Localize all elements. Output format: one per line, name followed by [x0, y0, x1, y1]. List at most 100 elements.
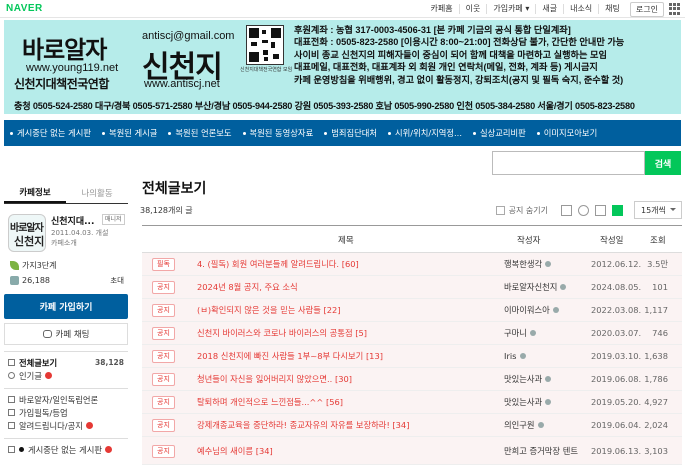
sidebar-item-notice[interactable]: 알려드립니다/공지 — [4, 419, 128, 432]
post-subject-link[interactable]: (ㅂ)확인되지 않은 것을 믿는 사람들 [22] — [197, 299, 487, 321]
list-toolbar: 공지 숨기기 15개씩 — [495, 201, 682, 219]
bullet-icon — [242, 131, 246, 135]
join-cafe-button[interactable]: 카페 가입하기 — [4, 294, 128, 319]
list-view-icon[interactable] — [612, 204, 623, 216]
table-row: 공지 강제개종교육을 중단하라! 종교자유의 자유를 보장하라! [34] 의인… — [142, 414, 682, 437]
member-grade-icon — [560, 284, 567, 290]
sidebar-item-uncensored-board[interactable]: 게시중단 없는 게시판 — [4, 443, 128, 456]
post-author[interactable]: 의인구원 — [504, 414, 544, 436]
checkbox-icon — [495, 205, 505, 215]
menu-item-restored-videos[interactable]: 복원된 동영상자료 — [242, 127, 325, 139]
bullet-icon — [101, 131, 105, 135]
menu-item-restored-press[interactable]: 복원된 언론보도 — [168, 127, 242, 139]
sidebar-item-join-guide[interactable]: 가입필독/등업 — [4, 406, 128, 419]
post-subject-link[interactable]: 강제개종교육을 중단하라! 종교자유의 자유를 보장하라! [34] — [197, 414, 487, 436]
per-page-select[interactable]: 15개씩 — [634, 201, 682, 219]
banner-union-name: 신천지대책전국연합 — [14, 77, 109, 91]
sidebar-item-all-posts[interactable]: 전체글보기 38,128 — [4, 356, 128, 369]
category-badge: 필독 — [152, 258, 175, 271]
menu-item-image-gallery[interactable]: 이미지모아보기 — [536, 127, 608, 139]
post-author[interactable]: Iris — [504, 345, 526, 367]
search-button[interactable]: 검색 — [645, 151, 681, 175]
member-grade-icon — [519, 353, 526, 359]
page-title: 전체글보기 — [142, 181, 207, 197]
play-view-icon[interactable] — [578, 204, 589, 216]
menu-item-protest-location[interactable]: 시위/위치/지역정... — [388, 127, 473, 139]
post-author[interactable]: 바로알자신천지 — [504, 276, 567, 298]
chat-bubble-icon — [42, 330, 52, 338]
naver-logo[interactable]: NAVER — [6, 3, 43, 14]
grid-view-icon[interactable] — [561, 204, 572, 216]
top-nav: 카페홈 이웃 가입카페 ▾ 새글 내소식 채팅 로그인 — [425, 1, 681, 17]
nav-chat[interactable]: 채팅 — [598, 4, 626, 14]
leaf-icon — [10, 261, 19, 270]
post-subject-link[interactable]: 예수님의 새이름 [34] — [197, 437, 487, 465]
main-content: 전체글보기 38,128개의 글 공지 숨기기 15개씩 제목 작성자 작성일 … — [140, 175, 682, 467]
banner-url-left: www.young119.net — [26, 62, 119, 74]
menu-item-uncensored-board[interactable]: 게시중단 없는 게시판 — [10, 127, 102, 139]
popular-icon — [8, 372, 15, 379]
login-button[interactable]: 로그인 — [629, 1, 664, 17]
tab-cafe-info[interactable]: 카페정보 — [4, 182, 66, 203]
table-row: 공지 탈퇴하며 개인적으로 느낀점들...^^ [56] 맛있는사과 2019.… — [142, 391, 682, 414]
post-author[interactable]: 만희고 증거막장 텐트 — [504, 437, 582, 465]
bullet-icon — [536, 131, 540, 135]
menu-item-doctrine-critique[interactable]: 실상교리비판 — [472, 127, 537, 139]
menu-item-restored-posts[interactable]: 복원된 게시글 — [101, 127, 168, 139]
cafe-name[interactable]: 신천지대... — [51, 214, 94, 227]
post-subject-link[interactable]: 청년들이 자신을 잃어버리지 않았으면.. [30] — [197, 368, 487, 390]
table-row: 공지 예수님의 새이름 [34] 만희고 증거막장 텐트 2019.06.13.… — [142, 437, 682, 465]
cafe-search-input[interactable] — [492, 151, 645, 175]
hide-notice-checkbox[interactable]: 공지 숨기기 — [495, 205, 548, 216]
bullet-icon — [324, 131, 328, 135]
menu-item-crime-response[interactable]: 범죄집단대처 — [324, 127, 388, 139]
bullet-icon — [388, 131, 392, 135]
post-subject-link[interactable]: 탈퇴하며 개인적으로 느낀점들...^^ [56] — [197, 391, 487, 413]
cafe-chat-button[interactable]: 카페 채팅 — [4, 323, 128, 345]
table-row: 공지 (ㅂ)확인되지 않은 것을 믿는 사람들 [22] 이마이워스아 2022… — [142, 299, 682, 322]
nav-neighbors[interactable]: 이웃 — [458, 4, 487, 14]
table-row: 공지 2024년 8월 공지, 주요 소식 바로알자신천지 2024.08.05… — [142, 276, 682, 299]
post-author[interactable]: 맛있는사과 — [504, 391, 552, 413]
new-badge-icon — [44, 372, 52, 379]
column-views: 조회 — [650, 235, 666, 246]
new-badge-icon — [85, 422, 93, 429]
qr-code-icon — [246, 25, 284, 65]
post-author[interactable]: 이마이워스아 — [504, 299, 559, 321]
post-subject-link[interactable]: 4. (필독) 회원 여러분들께 알려드립니다. [60] — [197, 253, 487, 275]
tab-my-activity[interactable]: 나의활동 — [66, 182, 128, 203]
banner-url-right: www.antiscj.net — [144, 78, 220, 90]
nav-my-news[interactable]: 내소식 — [563, 4, 598, 14]
board-icon — [8, 409, 15, 416]
divider — [4, 438, 128, 439]
cafe-thumbnail[interactable]: 바로알자 신천지 — [8, 214, 46, 252]
column-subject: 제목 — [338, 235, 354, 246]
category-badge: 공지 — [152, 281, 175, 294]
post-subject-link[interactable]: 2018 신천지에 빠진 사람들 1부~8부 다시보기 [13] — [197, 345, 487, 367]
member-grade-icon — [545, 261, 552, 267]
post-subject-link[interactable]: 2024년 8월 공지, 주요 소식 — [197, 276, 487, 298]
album-view-icon[interactable] — [595, 204, 606, 216]
sidebar-item-popular[interactable]: 인기글 — [4, 369, 128, 382]
bullet-icon — [19, 447, 24, 452]
sidebar-item-independent-press[interactable]: 바로알자/일인독립언론 — [4, 393, 128, 406]
post-views: 1,638 — [644, 351, 668, 361]
post-subject-link[interactable]: 신천지 바이러스와 코로나 바이러스의 공통점 [5] — [197, 322, 487, 344]
sidebar: 카페정보 나의활동 바로알자 신천지 신천지대... 매니저 2011.04.0… — [4, 182, 128, 467]
top-bar: NAVER 카페홈 이웃 가입카페 ▾ 새글 내소식 채팅 로그인 — [0, 0, 685, 18]
nav-cafe-home[interactable]: 카페홈 — [425, 4, 459, 14]
cafe-menu-bar: 게시중단 없는 게시판 복원된 게시글 복원된 언론보도 복원된 동영상자료 범… — [4, 120, 681, 146]
nav-joined-cafes[interactable]: 가입카페 ▾ — [486, 4, 535, 14]
post-date: 2019.06.04. — [591, 420, 642, 430]
post-views: 1,117 — [644, 305, 668, 315]
invite-link[interactable]: 초대 — [110, 275, 124, 286]
post-author[interactable]: 맛있는사과 — [504, 368, 552, 390]
post-count: 38,128 — [95, 358, 124, 367]
post-author[interactable]: 행복한생각 — [504, 253, 552, 275]
divider — [4, 351, 128, 352]
cafe-intro-link[interactable]: 카페소개 — [51, 238, 77, 248]
total-post-count: 38,128개의 글 — [140, 206, 193, 215]
apps-grid-icon[interactable] — [669, 3, 681, 15]
nav-new-posts[interactable]: 새글 — [535, 4, 563, 14]
post-author[interactable]: 구마니 — [504, 322, 536, 344]
